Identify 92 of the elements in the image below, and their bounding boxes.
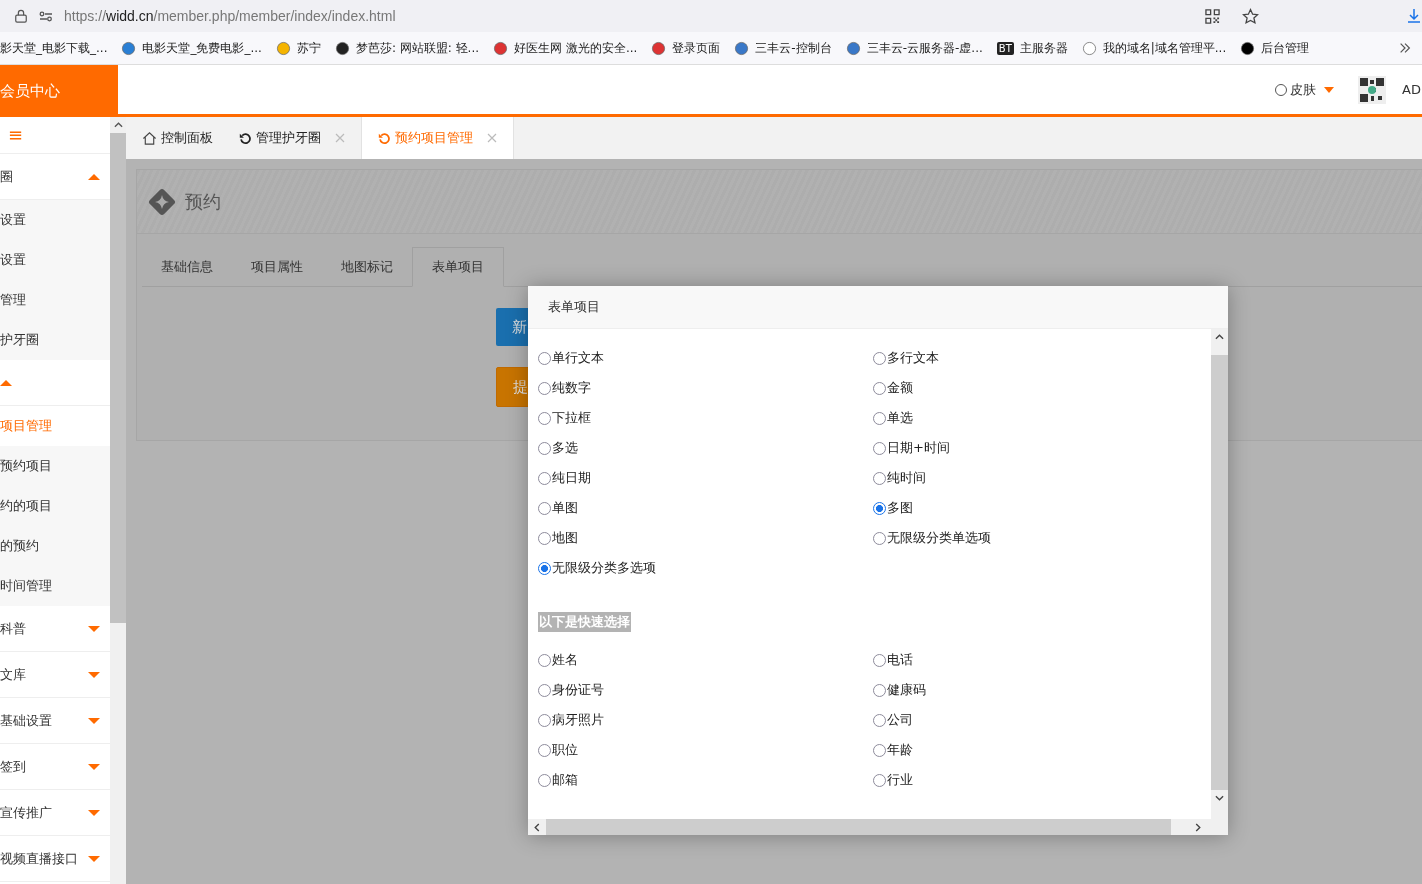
radio-option[interactable]: 健康码 (873, 675, 1208, 705)
group-label: 签到 (0, 757, 26, 776)
radio-option[interactable]: 地图 (538, 523, 873, 553)
group-label: 文库 (0, 665, 26, 684)
radio-option[interactable]: 病牙照片 (538, 705, 873, 735)
bookmark-item[interactable]: 我的域名|域名管理平... (1081, 39, 1227, 57)
radio-option[interactable]: 公司 (873, 705, 1208, 735)
site-icon (651, 40, 667, 56)
radio-option[interactable]: 纯时间 (873, 463, 1208, 493)
radio-option[interactable]: 身份证号 (538, 675, 873, 705)
form-tab[interactable]: 表单项目 (412, 247, 504, 287)
radio-option[interactable]: 行业 (873, 765, 1208, 795)
radio-option[interactable]: 多图 (873, 493, 1208, 523)
radio-option[interactable]: 职位 (538, 735, 873, 765)
scrollbar[interactable] (1211, 329, 1228, 819)
site-icon (1240, 40, 1256, 56)
group-label: 圈 (0, 167, 13, 186)
radio-option[interactable]: 邮箱 (538, 765, 873, 795)
scrollbar[interactable] (110, 117, 126, 884)
arrow-up-icon[interactable] (1215, 334, 1224, 340)
radio-option[interactable]: 单图 (538, 493, 873, 523)
radio-option[interactable]: 姓名 (538, 645, 873, 675)
bookmark-item[interactable]: 登录页面 (651, 39, 721, 57)
skin-menu[interactable]: 皮肤 (1275, 80, 1334, 99)
radio-option[interactable]: 纯日期 (538, 463, 873, 493)
page-tab[interactable]: 管理护牙圈 (223, 117, 361, 159)
radio-option[interactable]: 多选 (538, 433, 873, 463)
dialog-title: 表单项目 (528, 286, 1228, 329)
site-icon (845, 40, 861, 56)
group-label: 宣传推广 (0, 803, 52, 822)
site-icon (121, 40, 137, 56)
arrow-down-icon[interactable] (1215, 795, 1224, 801)
menu-item[interactable]: 护牙圈 (0, 320, 110, 360)
form-tab[interactable]: 基础信息 (142, 247, 232, 286)
radio-option[interactable]: 日期+时间 (873, 433, 1208, 463)
site-icon (734, 40, 750, 56)
address-field[interactable]: https://widd.cn/member.php/member/index/index.html (64, 8, 396, 24)
arrow-right-icon[interactable] (1195, 822, 1201, 832)
menu-item[interactable]: 时间管理 (0, 566, 110, 606)
bookmark-item[interactable]: 后台管理 (1240, 39, 1310, 57)
bookmark-item[interactable]: 三丰云-云服务器-虚... (845, 39, 983, 57)
diamond-logo-icon (147, 186, 177, 217)
menu-item[interactable]: 约的项目 (0, 486, 110, 526)
arrow-left-icon[interactable] (534, 822, 540, 832)
lock-icon (14, 8, 28, 24)
bt-logo-icon: BT (996, 41, 1014, 55)
bookmark-item[interactable]: 好医生网 激光的安全... (493, 39, 638, 57)
user-name[interactable]: AD (1402, 82, 1422, 97)
group-label: 科普 (0, 619, 26, 638)
download-icon[interactable] (1406, 8, 1422, 24)
star-icon[interactable] (1242, 7, 1259, 25)
site-icon (334, 40, 350, 56)
menu-item[interactable]: 的预约 (0, 526, 110, 566)
radio-option[interactable]: 无限级分类单选项 (873, 523, 1208, 553)
bookmark-item[interactable]: BT 主服务器 (996, 39, 1068, 57)
radio-option[interactable]: 年龄 (873, 735, 1208, 765)
avatar-icon[interactable] (1358, 75, 1386, 104)
group-label: 基础设置 (0, 711, 52, 730)
bookmark-item[interactable]: 三丰云-控制台 (734, 39, 832, 57)
qr-code-icon[interactable] (1205, 8, 1220, 24)
radio-option[interactable]: 单选 (873, 403, 1208, 433)
bookmark-item[interactable]: 电影天堂_免费电影_... (121, 39, 262, 57)
scrollbar[interactable] (528, 819, 1228, 835)
menu-item[interactable]: 设置 (0, 200, 110, 240)
page-tab[interactable]: 控制面板 (126, 117, 223, 159)
section-heading: 以下是快速选择 (538, 612, 631, 632)
more-icon[interactable] (1398, 41, 1412, 55)
site-icon (1081, 40, 1097, 56)
radio-option[interactable]: 电话 (873, 645, 1208, 675)
bookmark-item[interactable]: 影天堂_电影下载_... (0, 39, 108, 57)
menu-item[interactable]: 预约项目 (0, 446, 110, 486)
form-tab[interactable]: 地图标记 (322, 247, 412, 286)
site-logo: 会员中心 (0, 65, 118, 117)
group-label: 视频直播接口 (0, 849, 78, 868)
bookmark-item[interactable]: 梦芭莎: 网站联盟: 轻... (334, 39, 480, 57)
radio-option[interactable]: 下拉框 (538, 403, 873, 433)
site-icon (275, 40, 291, 56)
radio-option[interactable]: 金额 (873, 373, 1208, 403)
form-tab[interactable]: 项目属性 (232, 247, 322, 286)
radio-option[interactable]: 无限级分类多选项 (538, 553, 873, 583)
refresh-icon (239, 131, 252, 145)
bookmark-item[interactable]: 苏宁 (275, 39, 321, 57)
menu-item[interactable]: 管理 (0, 280, 110, 320)
refresh-icon (378, 131, 391, 145)
radio-option[interactable]: 多行文本 (873, 343, 1208, 373)
site-icon (493, 40, 509, 56)
panel-title: 预约 (185, 189, 221, 214)
arrow-up-icon[interactable] (113, 122, 123, 128)
radio-option[interactable]: 纯数字 (538, 373, 873, 403)
menu-item[interactable]: 设置 (0, 240, 110, 280)
home-icon (142, 130, 157, 146)
radio-option[interactable]: 单行文本 (538, 343, 873, 373)
